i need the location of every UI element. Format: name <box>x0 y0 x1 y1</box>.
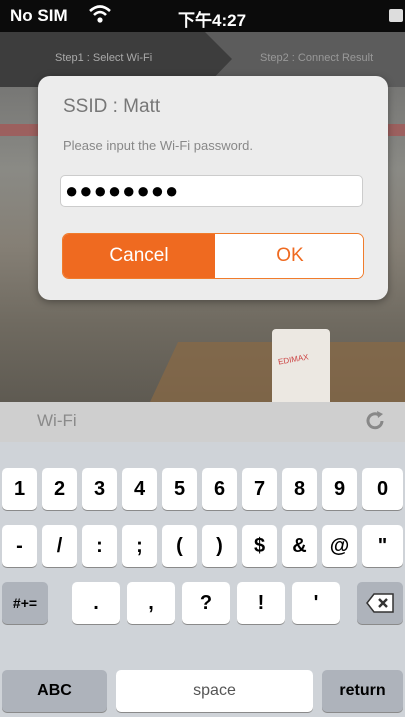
ssid-title: SSID : Matt <box>63 96 161 117</box>
key-4[interactable]: 4 <box>122 468 157 510</box>
key-3[interactable]: 3 <box>82 468 117 510</box>
space-key[interactable]: space <box>116 670 313 712</box>
carrier-label: No SIM <box>10 6 68 25</box>
key-symbols-toggle[interactable]: #+= <box>2 582 48 624</box>
key-apostrophe[interactable]: ' <box>292 582 340 624</box>
wifi-list-label: Wi-Fi <box>37 411 77 430</box>
key-9[interactable]: 9 <box>322 468 357 510</box>
wifi-list-header: Wi-Fi <box>0 402 405 442</box>
cup-logo-text: EDIMAX <box>277 352 310 367</box>
key-5[interactable]: 5 <box>162 468 197 510</box>
key-semicolon[interactable]: ; <box>122 525 157 567</box>
password-input[interactable]: ●●●●●●●● <box>60 175 363 207</box>
ok-button[interactable]: OK <box>215 234 363 278</box>
battery-icon <box>389 9 403 22</box>
key-0[interactable]: 0 <box>362 468 403 510</box>
key-2[interactable]: 2 <box>42 468 77 510</box>
password-dialog: SSID : Matt Please input the Wi-Fi passw… <box>38 76 388 300</box>
backspace-icon <box>366 593 394 613</box>
key-quote[interactable]: " <box>362 525 403 567</box>
key-open-paren[interactable]: ( <box>162 525 197 567</box>
key-7[interactable]: 7 <box>242 468 277 510</box>
password-prompt: Please input the Wi-Fi password. <box>63 138 254 153</box>
key-slash[interactable]: / <box>42 525 77 567</box>
key-comma[interactable]: , <box>127 582 175 624</box>
clock-label: 下午4:27 <box>178 11 247 30</box>
key-dollar[interactable]: $ <box>242 525 277 567</box>
key-hyphen[interactable]: - <box>2 525 37 567</box>
cancel-button[interactable]: Cancel <box>63 234 215 278</box>
backspace-key[interactable] <box>357 582 403 624</box>
return-key[interactable]: return <box>322 670 403 712</box>
step2-label: Step2 : Connect Result <box>260 52 374 64</box>
key-at[interactable]: @ <box>322 525 357 567</box>
dialog-button-group: Cancel OK <box>62 233 364 279</box>
key-abc-toggle[interactable]: ABC <box>2 670 107 712</box>
key-question[interactable]: ? <box>182 582 230 624</box>
key-close-paren[interactable]: ) <box>202 525 237 567</box>
refresh-icon[interactable] <box>364 410 386 432</box>
step1-label: Step1 : Select Wi-Fi <box>55 52 153 64</box>
key-8[interactable]: 8 <box>282 468 317 510</box>
key-6[interactable]: 6 <box>202 468 237 510</box>
keyboard: 1 2 3 4 5 6 7 8 9 0 - / : ; ( ) $ & @ " … <box>0 442 405 717</box>
key-exclamation[interactable]: ! <box>237 582 285 624</box>
key-period[interactable]: . <box>72 582 120 624</box>
key-ampersand[interactable]: & <box>282 525 317 567</box>
key-colon[interactable]: : <box>82 525 117 567</box>
key-1[interactable]: 1 <box>2 468 37 510</box>
wifi-signal-icon <box>89 5 111 23</box>
status-bar: No SIM 下午4:27 <box>0 0 405 32</box>
